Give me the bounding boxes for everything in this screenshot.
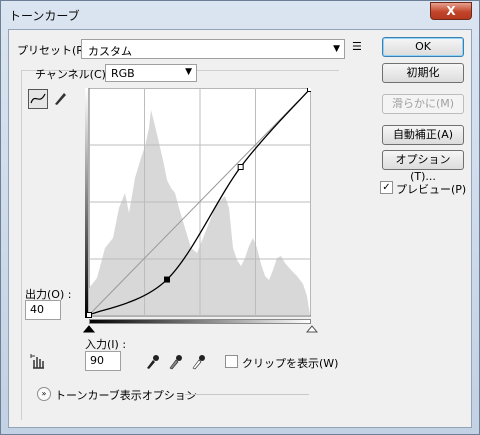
auto-button[interactable]: 自動補正(A) <box>382 125 464 145</box>
dialog-title: トーンカーブ <box>9 9 80 23</box>
close-icon: X <box>446 4 456 18</box>
chevron-down-icon: » <box>41 389 47 398</box>
white-point-slider <box>305 325 319 333</box>
check-icon: ✓ <box>382 182 391 193</box>
curve-point[interactable] <box>307 88 312 92</box>
preset-select[interactable]: カスタム ▼ <box>81 39 345 59</box>
input-sliders <box>83 325 319 333</box>
preview-checkbox[interactable]: ✓ <box>380 181 393 194</box>
preset-value: カスタム <box>88 45 132 58</box>
curve-icon <box>30 93 46 104</box>
preset-menu-icon[interactable]: ☰ <box>352 40 362 53</box>
channel-label: チャンネル(C) : <box>35 68 114 81</box>
curve-point-tool[interactable] <box>28 89 48 109</box>
display-options-label: トーンカーブ表示オプション <box>55 389 197 402</box>
chevron-down-icon: ▼ <box>333 44 340 54</box>
close-button[interactable]: X <box>430 2 472 20</box>
input-field[interactable]: 90 <box>85 351 121 371</box>
clipping-label: クリップを表示(W) <box>242 357 339 370</box>
output-gradient-bar <box>85 88 88 318</box>
expand-options-button[interactable]: » <box>37 387 51 401</box>
hand-icon <box>30 354 44 369</box>
gray-eyedropper-icon[interactable] <box>168 352 182 370</box>
reset-button[interactable]: 初期化 <box>382 63 464 83</box>
curve-point[interactable] <box>86 312 92 318</box>
clipping-checkbox[interactable] <box>225 355 238 368</box>
black-eyedropper-icon[interactable] <box>145 352 159 370</box>
black-point-slider <box>83 325 96 333</box>
curves-dialog: トーンカーブ X プリセット(R) : カスタム ▼ ☰ チャンネル(C) : … <box>0 0 480 435</box>
curve-point[interactable] <box>237 163 244 170</box>
on-image-adjust-tool[interactable] <box>29 353 47 371</box>
options-button[interactable]: オプション(T)... <box>382 150 464 183</box>
title-bar: トーンカーブ X <box>1 1 479 29</box>
input-gradient-bar <box>89 319 311 324</box>
dialog-body: プリセット(R) : カスタム ▼ ☰ チャンネル(C) : RGB ▼ 出力(… <box>8 29 472 428</box>
chevron-down-icon: ▼ <box>185 67 192 77</box>
input-label: 入力(I) : <box>85 338 127 351</box>
ok-button[interactable]: OK <box>382 37 464 57</box>
curves-graph[interactable] <box>85 88 311 318</box>
smooth-button[interactable]: 滑らかに(M) <box>382 94 464 114</box>
output-field[interactable]: 40 <box>25 300 61 320</box>
channel-value: RGB <box>111 67 135 80</box>
pencil-tool[interactable] <box>51 89 71 109</box>
white-eyedropper-icon[interactable] <box>191 352 205 370</box>
pencil-icon <box>55 93 66 105</box>
channel-select[interactable]: RGB ▼ <box>105 64 197 82</box>
preview-label: プレビュー(P) <box>396 183 467 196</box>
options-divider <box>185 394 309 395</box>
curve-point[interactable] <box>164 276 170 283</box>
